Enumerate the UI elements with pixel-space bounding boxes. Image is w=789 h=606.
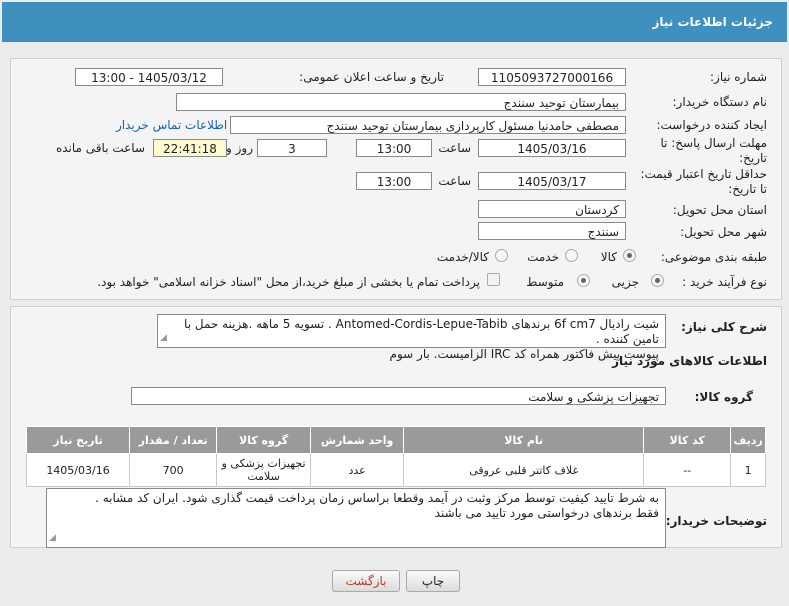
requester-field: مصطفی حامدنیا مسئول کارپردازی بیمارستان …	[230, 116, 626, 134]
col-row: ردیف	[730, 426, 766, 454]
page-title: جزئیات اطلاعات نیاز	[652, 15, 773, 29]
cell-quantity: 700	[129, 453, 218, 487]
resize-grip-icon: ◢	[160, 333, 167, 343]
goods-group-field: تجهیزات پزشکی و سلامت	[131, 387, 666, 405]
buyer-org-field: بیمارستان توحید سنندج	[176, 93, 626, 111]
category-option-goods: کالا	[600, 250, 617, 264]
requester-label: ایجاد کننده درخواست:	[656, 118, 767, 132]
remaining-time-field: 22:41:18	[153, 139, 227, 157]
goods-group-label: گروه کالا:	[694, 390, 753, 404]
col-group: گروه کالا	[216, 426, 311, 454]
province-label: استان محل تحویل:	[672, 203, 767, 217]
col-code: کد کالا	[643, 426, 732, 454]
validity-time-label: ساعت	[438, 174, 471, 188]
validity-date-field: 1405/03/17	[478, 172, 626, 190]
buyer-notes-line-2: فقط برندهای درخواستی مورد تایید می باشند	[434, 506, 659, 520]
col-quantity: تعداد / مقدار	[129, 426, 218, 454]
buyer-notes-line-1: به شرط تایید کیفیت توسط مرکز وثبت در آیم…	[95, 491, 659, 505]
city-label: شهر محل تحویل:	[680, 225, 767, 239]
province-field: کردستان	[478, 200, 626, 218]
items-table: ردیف کد کالا نام کالا واحد شمارش گروه کا…	[25, 426, 766, 487]
reply-deadline-label-2: تاریخ:	[739, 151, 767, 165]
process-option-medium: متوسط	[526, 275, 564, 289]
back-button[interactable]: بازگشت	[332, 570, 400, 592]
category-radio-goods[interactable]	[623, 249, 636, 262]
days-label: روز و	[226, 141, 253, 155]
reply-time-field: 13:00	[356, 139, 432, 157]
validity-label-2: تا تاریخ:	[728, 182, 767, 196]
cell-code: --	[643, 453, 732, 487]
process-option-minor: جزیی	[611, 275, 639, 289]
announce-label: تاریخ و ساعت اعلان عمومی:	[299, 70, 444, 84]
col-unit: واحد شمارش	[309, 426, 405, 454]
treasury-payment-note: پرداخت تمام یا بخشی از مبلغ خرید،از محل …	[97, 275, 480, 289]
buyer-notes-label: توضیحات خریدار:	[665, 514, 767, 528]
category-radio-goods-service[interactable]	[495, 249, 508, 262]
days-field: 3	[257, 139, 327, 157]
reply-time-label: ساعت	[438, 141, 471, 155]
validity-label: حداقل تاریخ اعتبار قیمت:	[640, 167, 767, 181]
treasury-payment-checkbox[interactable]	[487, 273, 500, 286]
col-name: نام کالا	[403, 426, 645, 454]
table-header-row: ردیف کد کالا نام کالا واحد شمارش گروه کا…	[25, 426, 766, 454]
summary-label: شرح کلی نیاز:	[681, 320, 767, 334]
category-option-goods-service: کالا/خدمت	[436, 250, 489, 264]
col-date: تاریخ نیاز	[25, 426, 131, 454]
process-label: نوع فرآیند خرید :	[682, 275, 767, 289]
reply-date-field: 1405/03/16	[478, 139, 626, 157]
summary-line-2: پیوست پیش فاکتور همراه کد IRC الزامیست. …	[389, 347, 659, 361]
cell-date: 1405/03/16	[25, 453, 131, 487]
goods-section-title: اطلاعات کالاهای مورد نیاز	[612, 354, 767, 368]
resize-grip-icon: ◢	[49, 533, 56, 543]
reply-deadline-label: مهلت ارسال پاسخ: تا	[660, 136, 767, 150]
print-button[interactable]: چاپ	[406, 570, 460, 592]
category-option-service: خدمت	[527, 250, 559, 264]
validity-time-field: 13:00	[356, 172, 432, 190]
table-row: 1 -- غلاف کاتتر قلبی عروقی عدد تجهیزات پ…	[25, 453, 766, 487]
contact-info-link[interactable]: اطلاعات تماس خریدار	[116, 118, 227, 132]
need-number-label: شماره نیاز:	[710, 70, 767, 84]
city-field: سنندج	[478, 222, 626, 240]
cell-group: تجهیزات پزشکی و سلامت	[216, 453, 311, 487]
buyer-notes-textarea[interactable]: به شرط تایید کیفیت توسط مرکز وثبت در آیم…	[46, 488, 666, 548]
page-header: جزئیات اطلاعات نیاز	[2, 2, 787, 42]
category-radio-service[interactable]	[565, 249, 578, 262]
announce-field: 1405/03/12 - 13:00	[75, 68, 223, 86]
need-number-field: 1105093727000166	[478, 68, 626, 86]
process-radio-minor[interactable]	[651, 274, 664, 287]
remaining-time-label: ساعت باقی مانده	[55, 141, 145, 155]
cell-unit: عدد	[309, 453, 405, 487]
summary-textarea[interactable]: شیت رادیال 6f cm7 برندهای Antomed-Cordis…	[157, 314, 666, 361]
summary-line-1: شیت رادیال 6f cm7 برندهای Antomed-Cordis…	[184, 317, 659, 346]
cell-name: غلاف کاتتر قلبی عروقی	[403, 453, 645, 487]
category-label: طبقه بندی موضوعی:	[660, 250, 767, 264]
buyer-org-label: نام دستگاه خریدار:	[672, 95, 768, 109]
process-radio-medium[interactable]	[577, 274, 590, 287]
cell-row: 1	[730, 453, 766, 487]
